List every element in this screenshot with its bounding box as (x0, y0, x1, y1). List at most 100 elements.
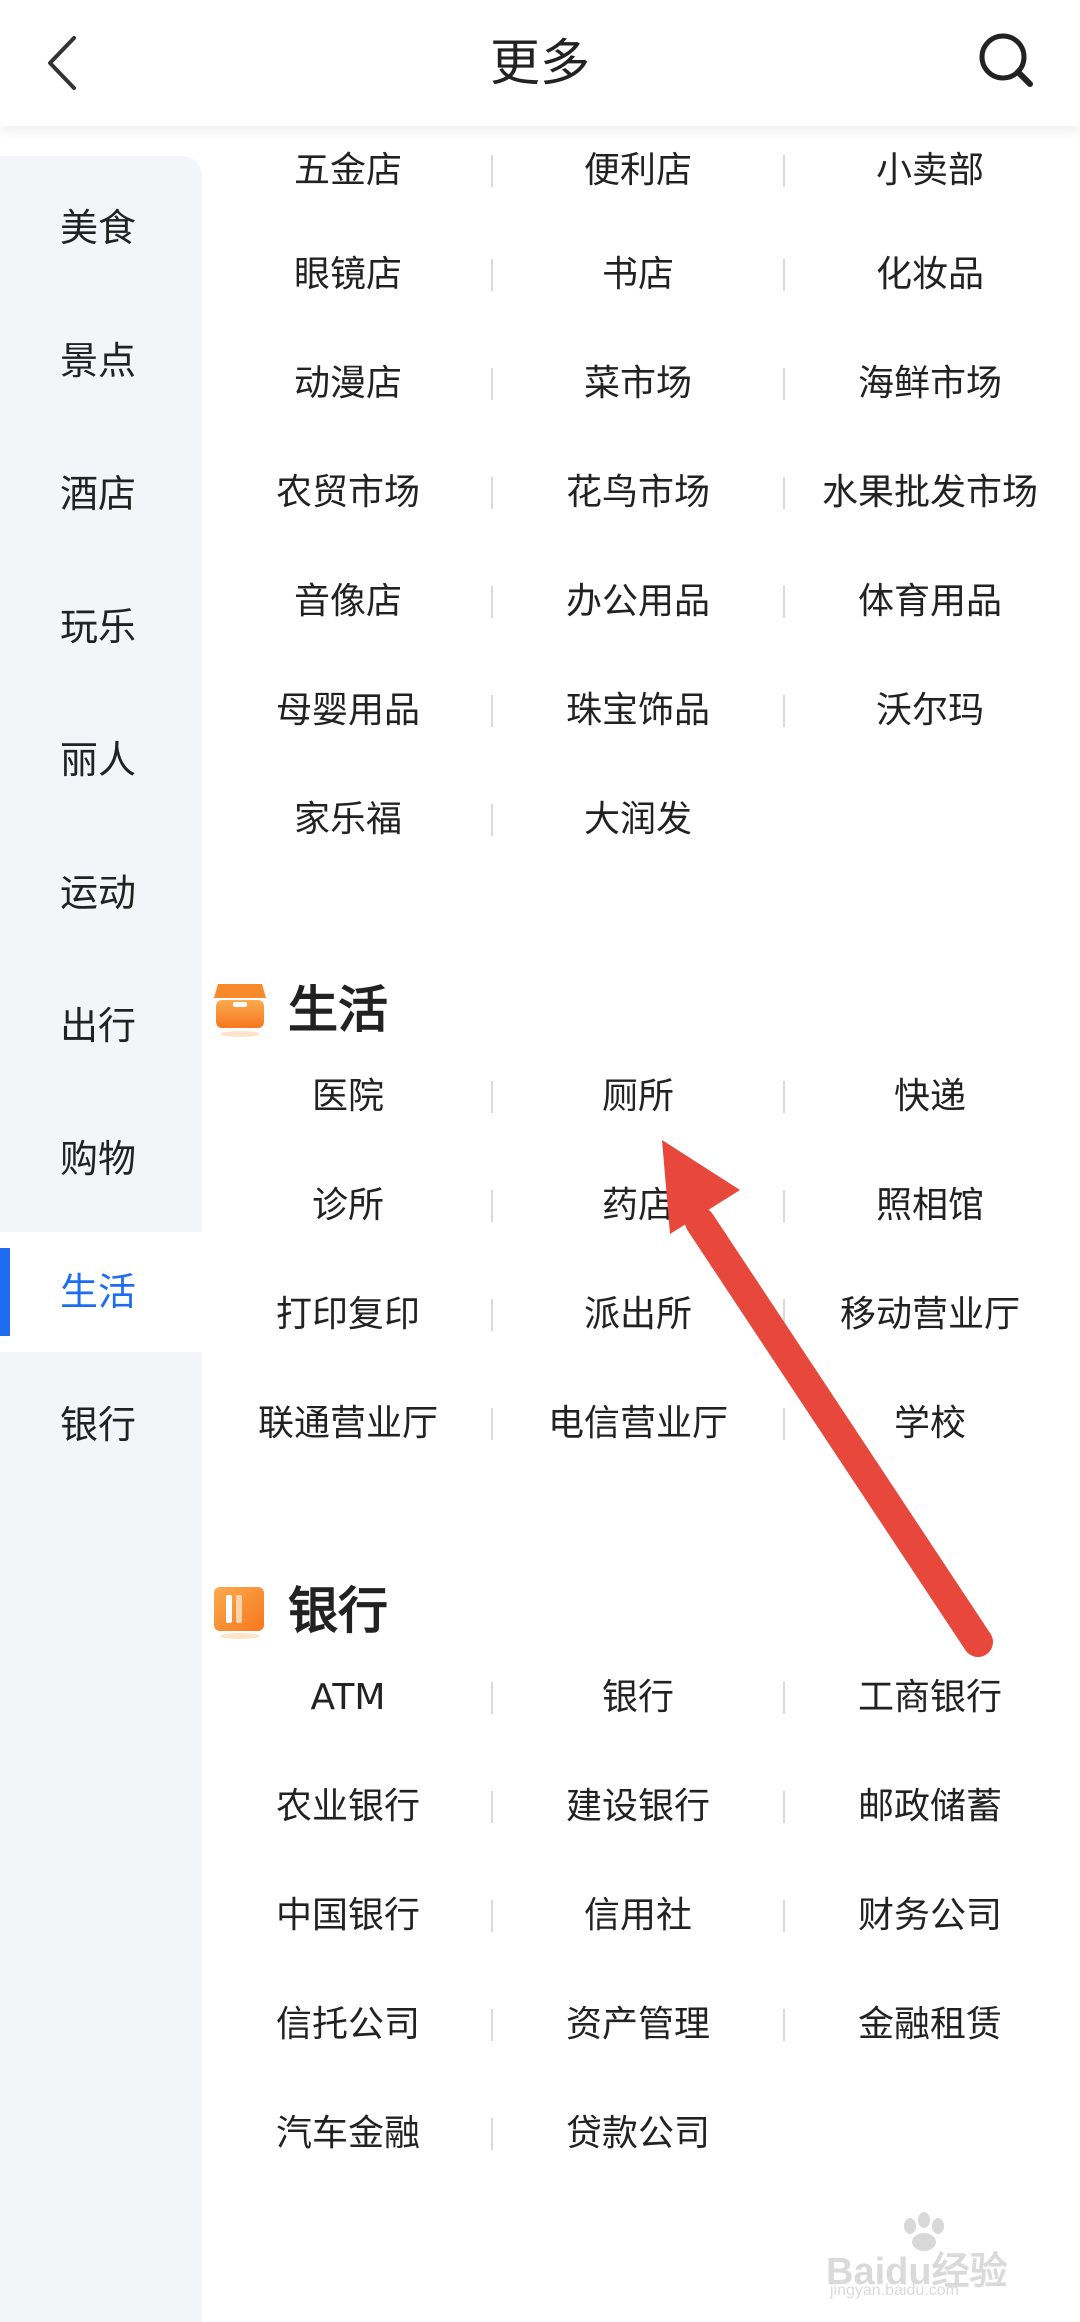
section-title: 银行 (288, 1582, 388, 1640)
sidebar-item-hotel[interactable]: 酒店 (0, 434, 202, 554)
grid-item[interactable]: 水果批发市场 (792, 453, 1068, 533)
grid-item[interactable]: 菜市场 (500, 344, 776, 424)
divider (491, 695, 493, 727)
grid-item[interactable]: 打印复印 (210, 1275, 486, 1355)
divider (491, 1081, 493, 1113)
grid-row: 家乐福 大润发 (210, 780, 1080, 860)
grid-item[interactable]: 花鸟市场 (500, 453, 776, 533)
divider (491, 2009, 493, 2041)
grid-item[interactable]: 海鲜市场 (792, 344, 1068, 424)
grid-item[interactable]: 大润发 (500, 780, 776, 860)
grid-row: 五金店 便利店 小卖部 (210, 131, 1080, 211)
watermark: Baidu经验 jingyan.baidu.com (826, 2210, 1056, 2300)
divider (783, 1682, 785, 1714)
sidebar-item-label: 运动 (60, 871, 137, 915)
sidebar-item-food[interactable]: 美食 (0, 168, 202, 288)
grid-item[interactable]: 信托公司 (210, 1985, 486, 2065)
sidebar-item-scenic[interactable]: 景点 (0, 301, 202, 421)
divider (491, 1791, 493, 1823)
grid-item[interactable]: 学校 (792, 1384, 1068, 1464)
sidebar-item-travel[interactable]: 出行 (0, 966, 202, 1086)
grid-item[interactable]: 派出所 (500, 1275, 776, 1355)
divider (491, 1190, 493, 1222)
search-icon[interactable] (974, 28, 1040, 94)
divider (783, 155, 785, 187)
divider (783, 1299, 785, 1331)
grid-item[interactable]: 金融租赁 (792, 1985, 1068, 2065)
grid-item[interactable]: 书店 (500, 235, 776, 315)
grid-item[interactable]: 沃尔玛 (792, 671, 1068, 751)
grid-item[interactable]: 快递 (792, 1057, 1068, 1137)
grid-item[interactable]: 体育用品 (792, 562, 1068, 642)
grid-item[interactable]: 银行 (500, 1658, 776, 1738)
sidebar-item-shopping[interactable]: 购物 (0, 1099, 202, 1219)
grid-row: 音像店 办公用品 体育用品 (210, 562, 1080, 642)
bank-card-icon (214, 1587, 264, 1639)
sidebar-item-fun[interactable]: 玩乐 (0, 567, 202, 687)
grid-item[interactable]: 家乐福 (210, 780, 486, 860)
sidebar-item-label: 银行 (60, 1403, 137, 1447)
divider (491, 586, 493, 618)
sidebar-item-label: 出行 (60, 1004, 137, 1048)
grid-item[interactable]: 音像店 (210, 562, 486, 642)
sidebar-item-life[interactable]: 生活 (0, 1232, 202, 1352)
sidebar-item-label: 酒店 (60, 472, 137, 516)
grid-item[interactable]: 小卖部 (792, 131, 1068, 211)
divider (491, 1900, 493, 1932)
grid-item[interactable]: ATM (210, 1658, 486, 1738)
divider (783, 368, 785, 400)
grid-item[interactable]: 农贸市场 (210, 453, 486, 533)
divider (491, 1682, 493, 1714)
divider (783, 259, 785, 291)
grid-item[interactable]: 动漫店 (210, 344, 486, 424)
grid-item[interactable]: 便利店 (500, 131, 776, 211)
grid-item[interactable]: 资产管理 (500, 1985, 776, 2065)
grid-item[interactable]: 移动营业厅 (792, 1275, 1068, 1355)
grid-item[interactable]: 建设银行 (500, 1767, 776, 1847)
grid-item[interactable]: 电信营业厅 (500, 1384, 776, 1464)
grid-item[interactable]: 办公用品 (500, 562, 776, 642)
grid-item[interactable]: 诊所 (210, 1166, 486, 1246)
grid-item[interactable]: 中国银行 (210, 1876, 486, 1956)
grid-item[interactable]: 医院 (210, 1057, 486, 1137)
grid-item[interactable]: 贷款公司 (500, 2094, 776, 2174)
grid-item[interactable]: 信用社 (500, 1876, 776, 1956)
sidebar-item-sports[interactable]: 运动 (0, 833, 202, 953)
grid-item[interactable]: 财务公司 (792, 1876, 1068, 1956)
sidebar-item-label: 景点 (60, 339, 137, 383)
grid-item[interactable]: 照相馆 (792, 1166, 1068, 1246)
sidebar-item-label: 美食 (60, 206, 137, 250)
divider (783, 1081, 785, 1113)
grid-item[interactable]: 化妆品 (792, 235, 1068, 315)
sidebar-item-beauty[interactable]: 丽人 (0, 700, 202, 820)
divider (491, 1408, 493, 1440)
sidebar-item-label: 购物 (60, 1137, 137, 1181)
grid-item[interactable]: 邮政储蓄 (792, 1767, 1068, 1847)
grid-row: 眼镜店 书店 化妆品 (210, 235, 1080, 315)
grid-item[interactable]: 眼镜店 (210, 235, 486, 315)
grid-row: 动漫店 菜市场 海鲜市场 (210, 344, 1080, 424)
divider (491, 259, 493, 291)
grid-item[interactable]: 五金店 (210, 131, 486, 211)
sidebar-item-bank[interactable]: 银行 (0, 1365, 202, 1485)
divider (783, 1900, 785, 1932)
divider (783, 477, 785, 509)
grid-item[interactable]: 厕所 (500, 1057, 776, 1137)
grid-item[interactable]: 药店 (500, 1166, 776, 1246)
grid-row: 信托公司 资产管理 金融租赁 (210, 1985, 1080, 2065)
grid-item[interactable]: 农业银行 (210, 1767, 486, 1847)
divider (491, 368, 493, 400)
sidebar-item-label: 玩乐 (60, 605, 137, 649)
category-content: 五金店 便利店 小卖部 眼镜店 书店 化妆品 动漫店 菜市场 海鲜市场 农贸市场… (210, 126, 1080, 2322)
grid-row: 联通营业厅 电信营业厅 学校 (210, 1384, 1080, 1464)
grid-item[interactable]: 联通营业厅 (210, 1384, 486, 1464)
grid-row: 医院 厕所 快递 (210, 1057, 1080, 1137)
grid-row: 诊所 药店 照相馆 (210, 1166, 1080, 1246)
sidebar-item-label: 丽人 (60, 738, 137, 782)
grid-item[interactable]: 工商银行 (792, 1658, 1068, 1738)
grid-row: 母婴用品 珠宝饰品 沃尔玛 (210, 671, 1080, 751)
grid-item[interactable]: 汽车金融 (210, 2094, 486, 2174)
divider (783, 1408, 785, 1440)
grid-item[interactable]: 珠宝饰品 (500, 671, 776, 751)
grid-item[interactable]: 母婴用品 (210, 671, 486, 751)
